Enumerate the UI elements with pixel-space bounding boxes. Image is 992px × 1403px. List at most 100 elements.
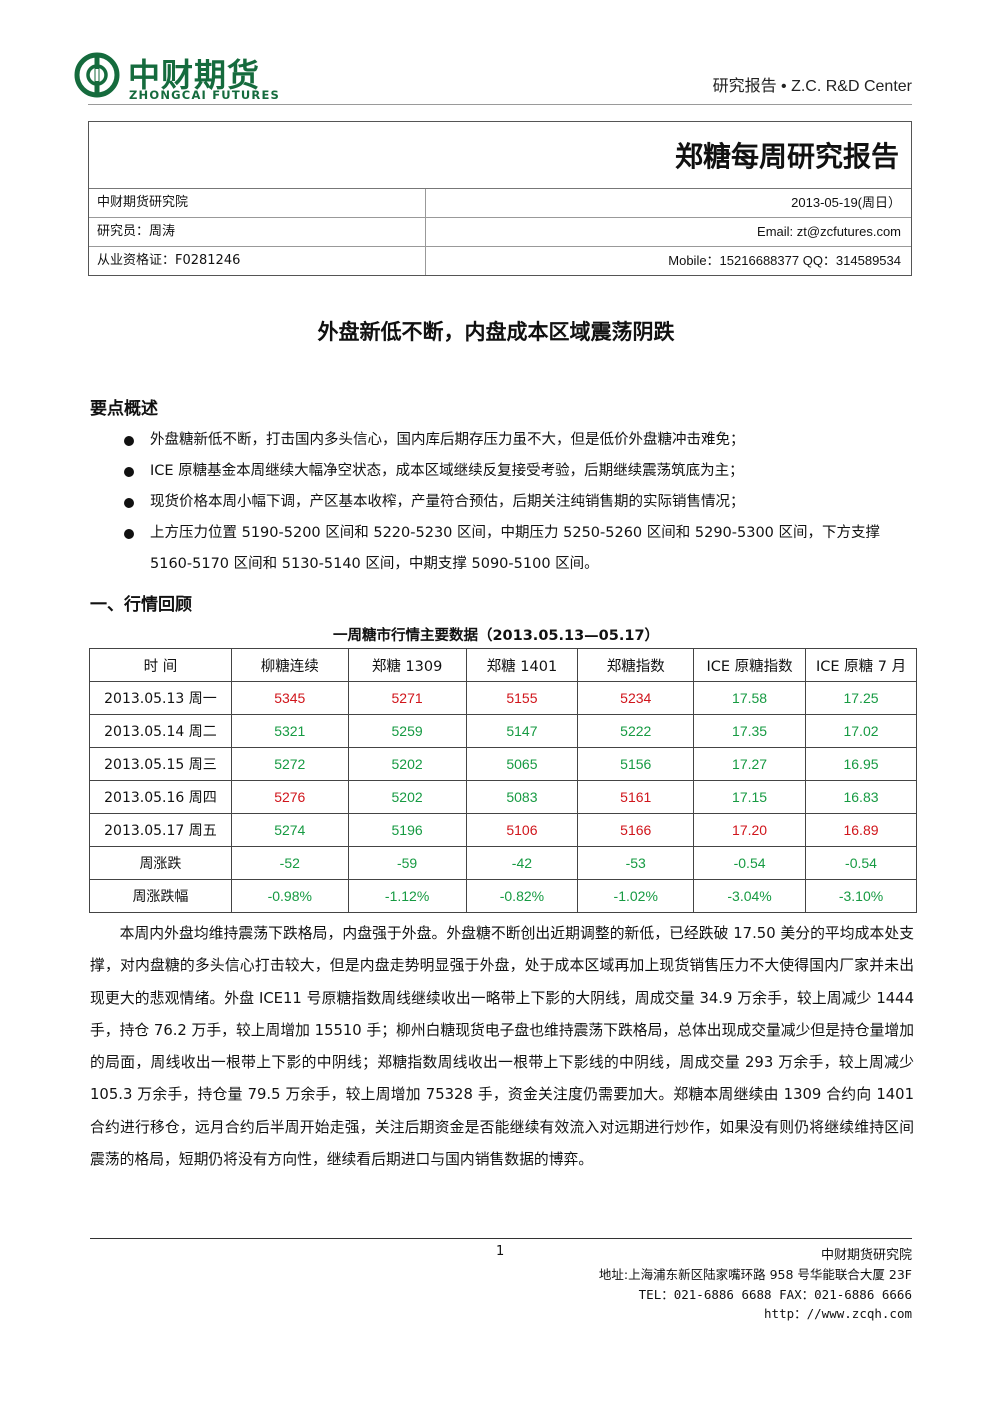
column-header: ICE 原糖 7 月 [805,648,917,682]
contact-phone: Mobile：15216688377 QQ：314589534 [668,253,901,268]
report-date: 2013-05-19(周日） [791,195,901,210]
row-label-cell: 2013.05.17 周五 [89,813,232,847]
report-title: 郑糖每周研究报告 [674,140,899,173]
info-row-institute: 中财期货研究院 2013-05-19(周日） [89,189,911,218]
table-cell: 17.35 [693,714,807,748]
table-cell: 5202 [347,747,467,781]
list-item: 外盘糖新低不断，打击国内多头信心，国内库后期存压力虽不大，但是低价外盘糖冲击难免… [120,425,920,456]
review-section-title: 一、行情回顾 [90,595,192,615]
table-cell: -0.82% [465,879,579,913]
institute-name: 中财期货研究院 [89,189,426,217]
row-label-cell: 周涨跌幅 [89,879,232,913]
bullet-icon [124,529,134,539]
list-item: 现货价格本周小幅下调，产区基本收榨，产量符合预估，后期关注纯销售期的实际销售情况… [120,487,920,518]
column-header: 柳糖连续 [230,648,349,682]
table-row: 2013.05.16 周四 5276 5202 5083 5161 17.15 16.83 [89,780,917,814]
table-cell: 5166 [577,813,695,847]
table-cell: -53 [577,846,695,880]
table-cell: -0.54 [805,846,917,880]
summary-section-title: 要点概述 [90,399,158,419]
table-cell: 5345 [230,681,349,715]
market-review-paragraph: 本周内外盘均维持震荡下跌格局，内盘强于外盘。外盘糖不断创出近期调整的新低，已经跌… [90,925,914,1169]
table-cell: 5202 [347,780,467,814]
column-header: 郑糖 1309 [347,648,467,682]
row-label-cell: 周涨跌 [89,846,232,880]
column-header: 郑糖指数 [577,648,695,682]
table-cell: -59 [347,846,467,880]
footer-phone-fax: TEL：021-6886 6688 FAX：021-6886 6666 [638,1287,912,1302]
footer-website: http：//www.zcqh.com [764,1306,912,1321]
table-header-row: 时 间 柳糖连续 郑糖 1309 郑糖 1401 郑糖指数 ICE 原糖指数 I… [89,648,917,682]
row-label-cell: 2013.05.15 周三 [89,747,232,781]
table-cell: 5161 [577,780,695,814]
table-row: 2013.05.15 周三 5272 5202 5065 5156 17.27 16.95 [89,747,917,781]
row-label-cell: 2013.05.16 周四 [89,780,232,814]
table-row: 2013.05.17 周五 5274 5196 5106 5166 17.20 16.89 [89,813,917,847]
bullet-icon [124,467,134,477]
title-row: 郑糖每周研究报告 [89,122,911,189]
table-cell: 5196 [347,813,467,847]
table-cell: 5083 [465,780,579,814]
table-cell: 5259 [347,714,467,748]
table-cell: 17.20 [693,813,807,847]
table-cell: 17.15 [693,780,807,814]
table-row: 2013.05.13 周一 5345 5271 5155 5234 17.58 17.25 [89,681,917,715]
logo-english-name: ZHONGCAI FUTURES [129,88,280,102]
footer-divider [90,1238,912,1239]
report-info-box: 郑糖每周研究报告 中财期货研究院 2013-05-19(周日） 研究员：周涛 E… [88,121,912,276]
company-logo: 中财期货 ZHONGCAI FUTURES [74,50,294,106]
table-cell: 17.02 [805,714,917,748]
table-cell: 5156 [577,747,695,781]
logo-mark-icon [74,52,120,98]
row-label-cell: 2013.05.14 周二 [89,714,232,748]
table-cell: -1.02% [577,879,695,913]
main-headline: 外盘新低不断，内盘成本区域震荡阴跌 [317,320,675,344]
researcher-name: 研究员：周涛 [89,218,426,246]
table-row: 2013.05.14 周二 5321 5259 5147 5222 17.35 17.02 [89,714,917,748]
table-cell: 5106 [465,813,579,847]
table-cell: 5222 [577,714,695,748]
table-cell: -42 [465,846,579,880]
table-row: 周涨跌 -52 -59 -42 -53 -0.54 -0.54 [89,846,917,880]
row-label-cell: 2013.05.13 周一 [89,681,232,715]
table-cell: -52 [230,846,349,880]
researcher-email: Email: zt@zcfutures.com [757,224,901,239]
table-cell: 16.89 [805,813,917,847]
table-cell: 5234 [577,681,695,715]
column-header: 郑糖 1401 [465,648,579,682]
license-number: 从业资格证：F0281246 [89,247,426,275]
column-header: ICE 原糖指数 [693,648,807,682]
footer-organization: 中财期货研究院 [820,1248,912,1263]
table-caption: 一周糖市行情主要数据（2013.05.13—05.17） [332,628,660,644]
table-cell: 5065 [465,747,579,781]
table-cell: -1.12% [347,879,467,913]
table-cell: 16.83 [805,780,917,814]
table-row: 周涨跌幅 -0.98% -1.12% -0.82% -1.02% -3.04% -3.10% [89,879,917,913]
info-row-license: 从业资格证：F0281246 Mobile：15216688377 QQ：314… [89,247,911,275]
table-cell: 17.25 [805,681,917,715]
table-cell: 5272 [230,747,349,781]
table-cell: 5155 [465,681,579,715]
table-cell: 5147 [465,714,579,748]
list-item: ICE 原糖基金本周继续大幅净空状态，成本区域继续反复接受考验，后期继续震荡筑底… [120,456,920,487]
header-divider [88,104,912,105]
footer-address: 地址:上海浦东新区陆家嘴环路 958 号华能联合大厦 23F [598,1267,912,1282]
table-cell: -0.54 [693,846,807,880]
table-cell: 5321 [230,714,349,748]
table-cell: 5271 [347,681,467,715]
header-tagline: 研究报告 • Z.C. R&D Center [712,78,912,95]
table-cell: 16.95 [805,747,917,781]
page-number: 1 [496,1244,505,1259]
summary-bullet-list: 外盘糖新低不断，打击国内多头信心，国内库后期存压力虽不大，但是低价外盘糖冲击难免… [120,425,920,580]
column-header: 时 间 [89,648,232,682]
list-item: 上方压力位置 5190-5200 区间和 5220-5230 区间，中期压力 5… [120,518,920,580]
table-body: 2013.05.13 周一 5345 5271 5155 5234 17.58 17.25 2… [89,681,917,913]
info-row-researcher: 研究员：周涛 Email: zt@zcfutures.com [89,218,911,247]
market-data-table: 时 间 柳糖连续 郑糖 1309 郑糖 1401 郑糖指数 ICE 原糖指数 I… [89,648,917,913]
table-cell: -0.98% [230,879,349,913]
table-cell: -3.04% [693,879,807,913]
table-cell: -3.10% [805,879,917,913]
table-cell: 5276 [230,780,349,814]
table-cell: 17.27 [693,747,807,781]
bullet-icon [124,436,134,446]
